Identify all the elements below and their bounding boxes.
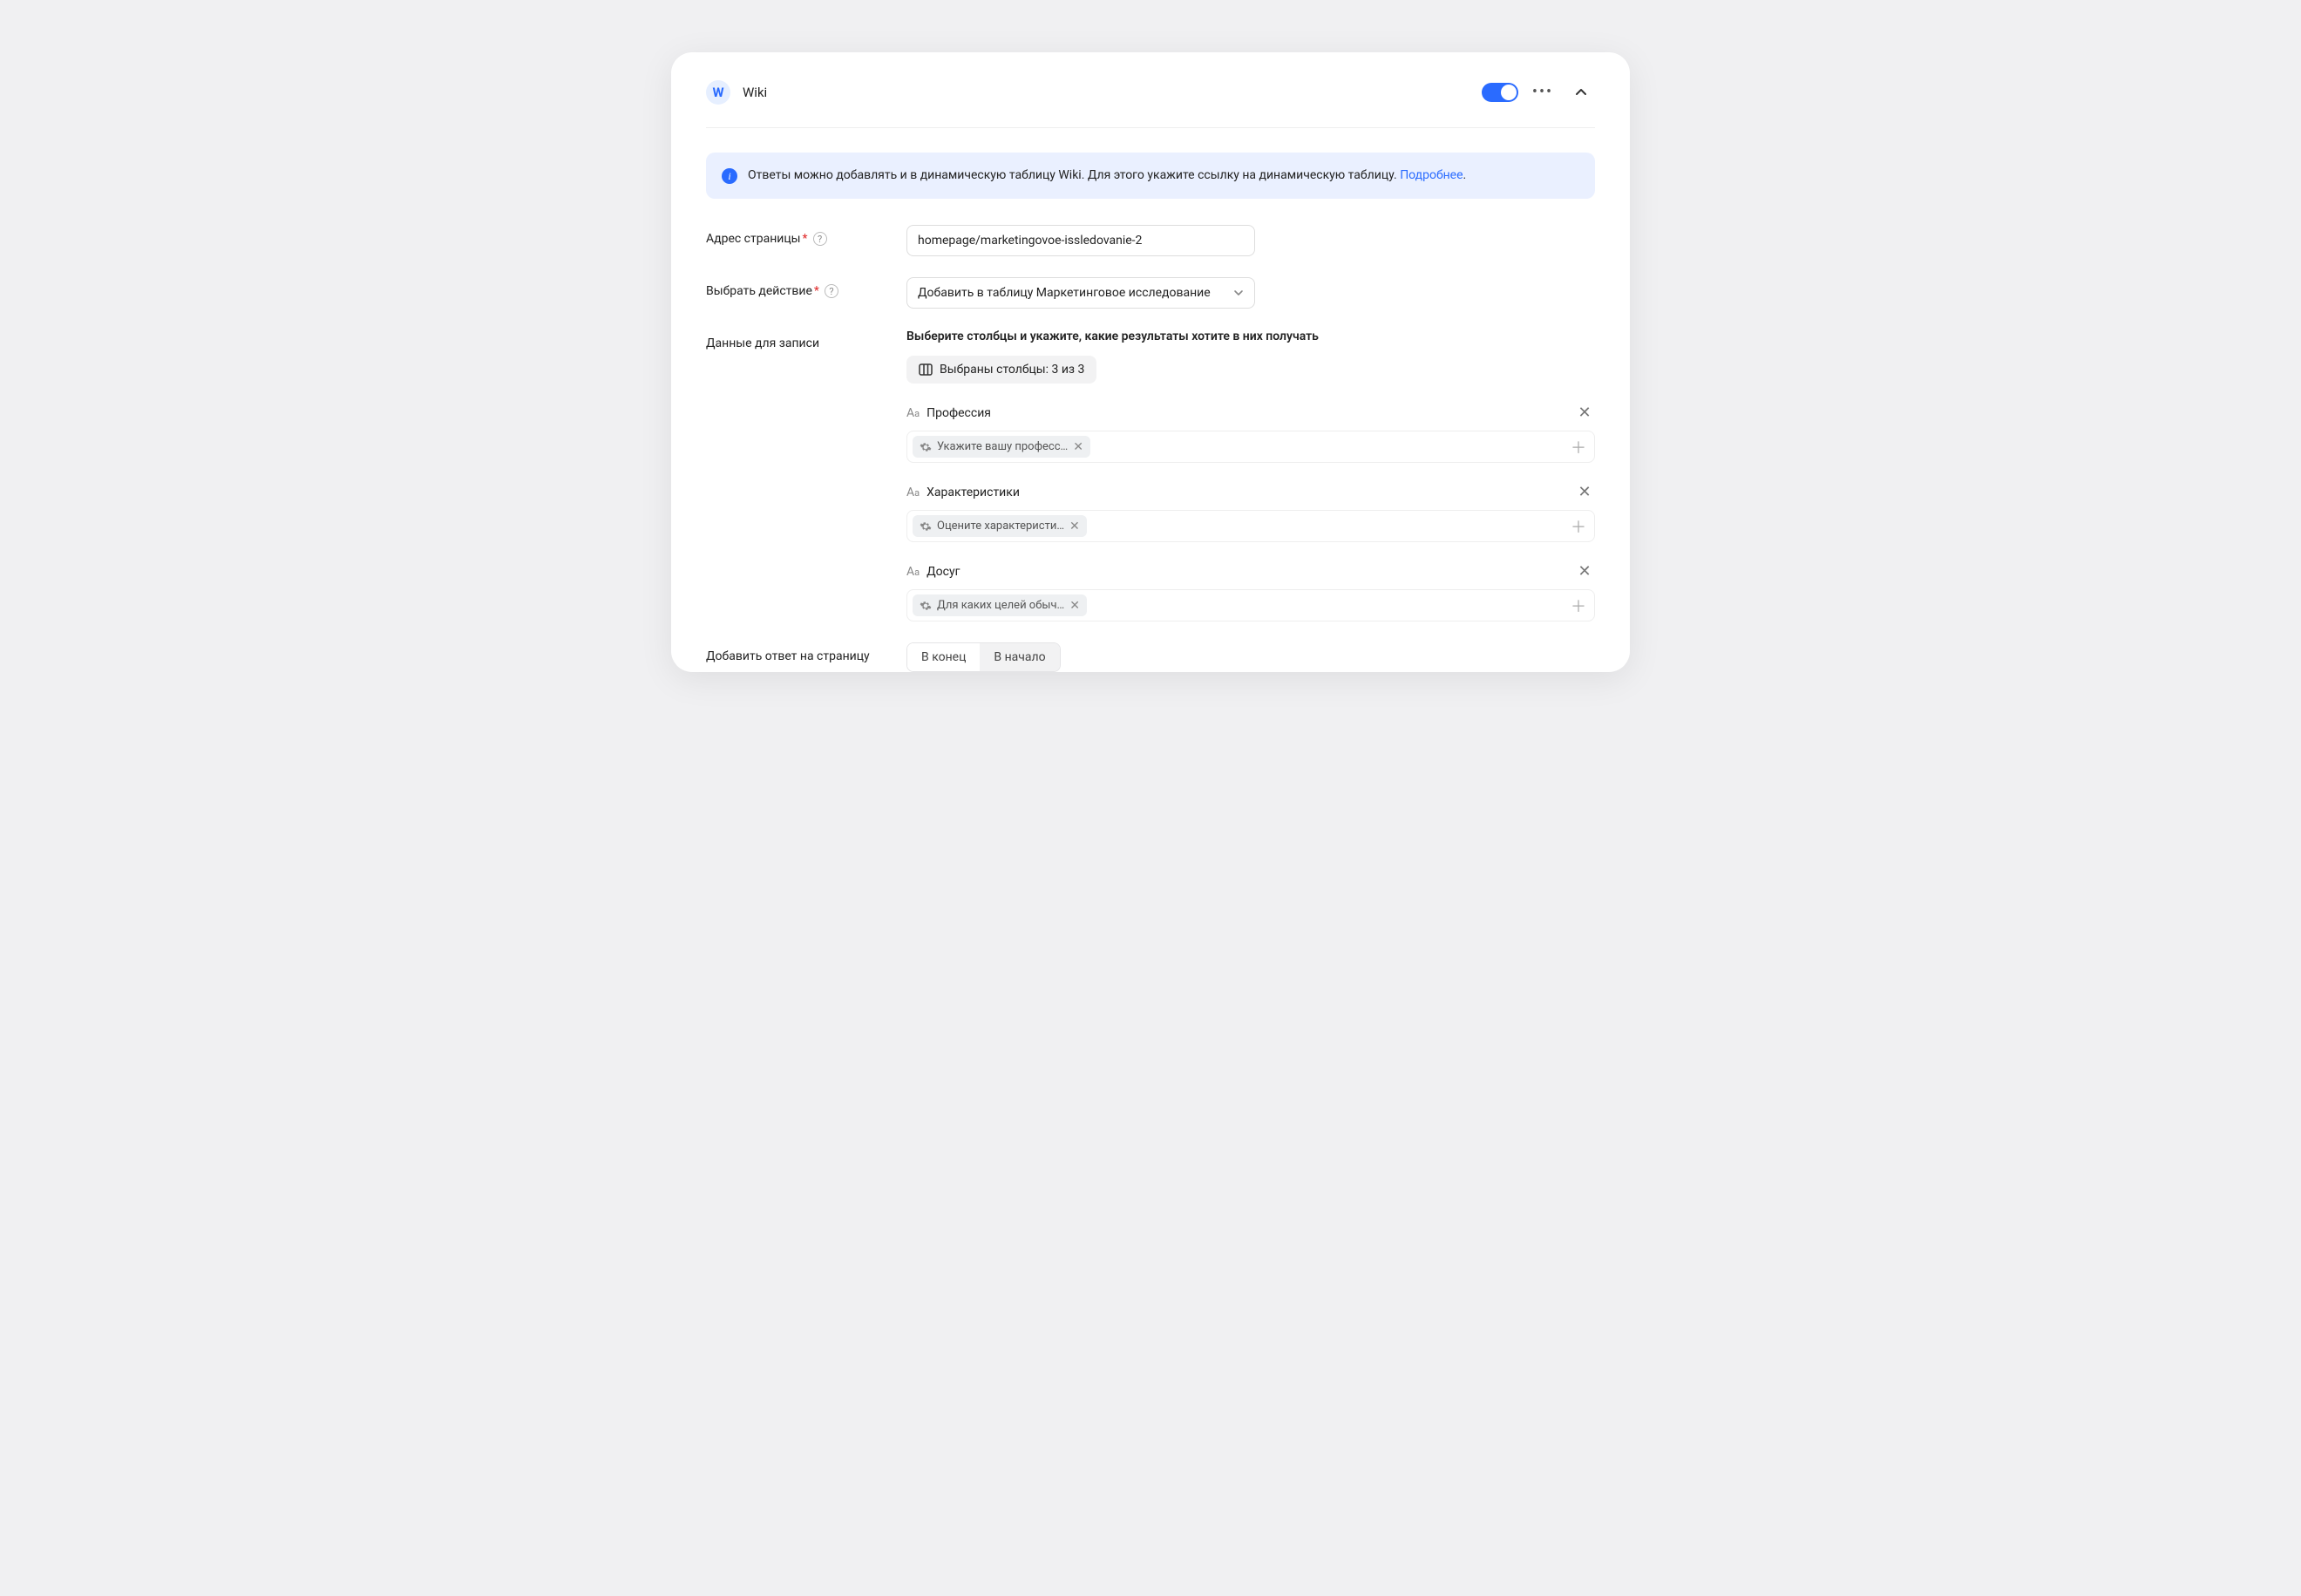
label-action: Выбрать действие* ? [706,277,906,298]
column-name: Характеристики [927,486,1574,499]
text-type-icon: Aa [906,486,920,499]
question-tag-label: Оцените характеристи… [937,520,1064,533]
row-data-entry: Данные для записи Выберите столбцы и ука… [706,329,1595,621]
more-menu-button[interactable]: ••• [1529,78,1557,106]
position-option[interactable]: В начало [980,643,1059,671]
column-name: Досуг [927,565,1574,579]
help-icon[interactable]: ? [825,284,838,298]
help-icon[interactable]: ? [813,232,827,246]
gear-icon [920,600,932,612]
column-head: Aa Досуг✕ [906,561,1595,582]
gear-icon [920,520,932,533]
columns-selected-button[interactable]: Выбраны столбцы: 3 из 3 [906,356,1096,384]
column-name: Профессия [927,406,1574,420]
add-tag-button[interactable]: ＋ [1568,595,1589,616]
info-text: Ответы можно добавлять и в динамическую … [748,166,1466,185]
question-tag-label: Укажите вашу професс… [937,440,1068,453]
info-banner: i Ответы можно добавлять и в динамическу… [706,153,1595,199]
column-head: Aa Характеристики✕ [906,482,1595,503]
columns-icon [919,363,933,376]
remove-column-button[interactable]: ✕ [1574,482,1595,503]
data-entry-heading: Выберите столбцы и укажите, какие резуль… [906,329,1595,343]
enable-toggle[interactable] [1482,83,1518,102]
column-head: Aa Профессия✕ [906,403,1595,424]
settings-card: W Wiki ••• i Ответы можно добавлять и в … [671,52,1630,672]
more-icon: ••• [1532,85,1553,100]
info-icon: i [722,168,737,184]
row-page-address: Адрес страницы* ? homepage/marketingovoe… [706,225,1595,256]
info-learn-more-link[interactable]: Подробнее [1400,168,1463,182]
question-tag-label: Для каких целей обыч… [937,599,1064,612]
label-data-entry: Данные для записи [706,329,906,350]
add-tag-button[interactable]: ＋ [1568,516,1589,537]
remove-tag-button[interactable]: ✕ [1069,600,1080,612]
page-address-input[interactable]: homepage/marketingovoe-issledovanie-2 [906,225,1255,256]
section-title: Wiki [743,85,1482,100]
gear-icon [920,441,932,453]
chevron-down-icon [1233,288,1244,298]
add-answer-position-toggle[interactable]: В конецВ начало [906,642,1061,672]
column-tag-row[interactable]: Для каких целей обыч… ✕ ＋ [906,589,1595,621]
form: Адрес страницы* ? homepage/marketingovoe… [706,225,1595,672]
position-option[interactable]: В конец [907,643,980,671]
action-select[interactable]: Добавить в таблицу Маркетинговое исследо… [906,277,1255,309]
column-tag-row[interactable]: Укажите вашу професс… ✕ ＋ [906,431,1595,463]
question-tag[interactable]: Для каких целей обыч… ✕ [913,594,1087,616]
column-tag-row[interactable]: Оцените характеристи… ✕ ＋ [906,510,1595,542]
add-tag-button[interactable]: ＋ [1568,437,1589,458]
label-add-answer: Добавить ответ на страницу [706,642,906,663]
remove-column-button[interactable]: ✕ [1574,561,1595,582]
question-tag[interactable]: Оцените характеристи… ✕ [913,515,1087,537]
row-add-answer: Добавить ответ на страницу В конецВ нача… [706,642,1595,672]
collapse-button[interactable] [1567,78,1595,106]
remove-column-button[interactable]: ✕ [1574,403,1595,424]
question-tag[interactable]: Укажите вашу професс… ✕ [913,436,1090,458]
remove-tag-button[interactable]: ✕ [1073,441,1083,453]
text-type-icon: Aa [906,565,920,579]
section-header: W Wiki ••• [706,52,1595,128]
chevron-up-icon [1574,85,1588,99]
wiki-badge-icon: W [706,80,730,105]
column-block: AaХарактеристики✕Оцените характеристи…✕＋ [906,482,1595,542]
label-page-address: Адрес страницы* ? [706,225,906,246]
row-action: Выбрать действие* ? Добавить в таблицу М… [706,277,1595,309]
remove-tag-button[interactable]: ✕ [1069,520,1080,533]
column-block: AaДосуг✕Для каких целей обыч…✕＋ [906,561,1595,621]
column-block: AaПрофессия✕Укажите вашу професс…✕＋ [906,403,1595,463]
text-type-icon: Aa [906,406,920,420]
